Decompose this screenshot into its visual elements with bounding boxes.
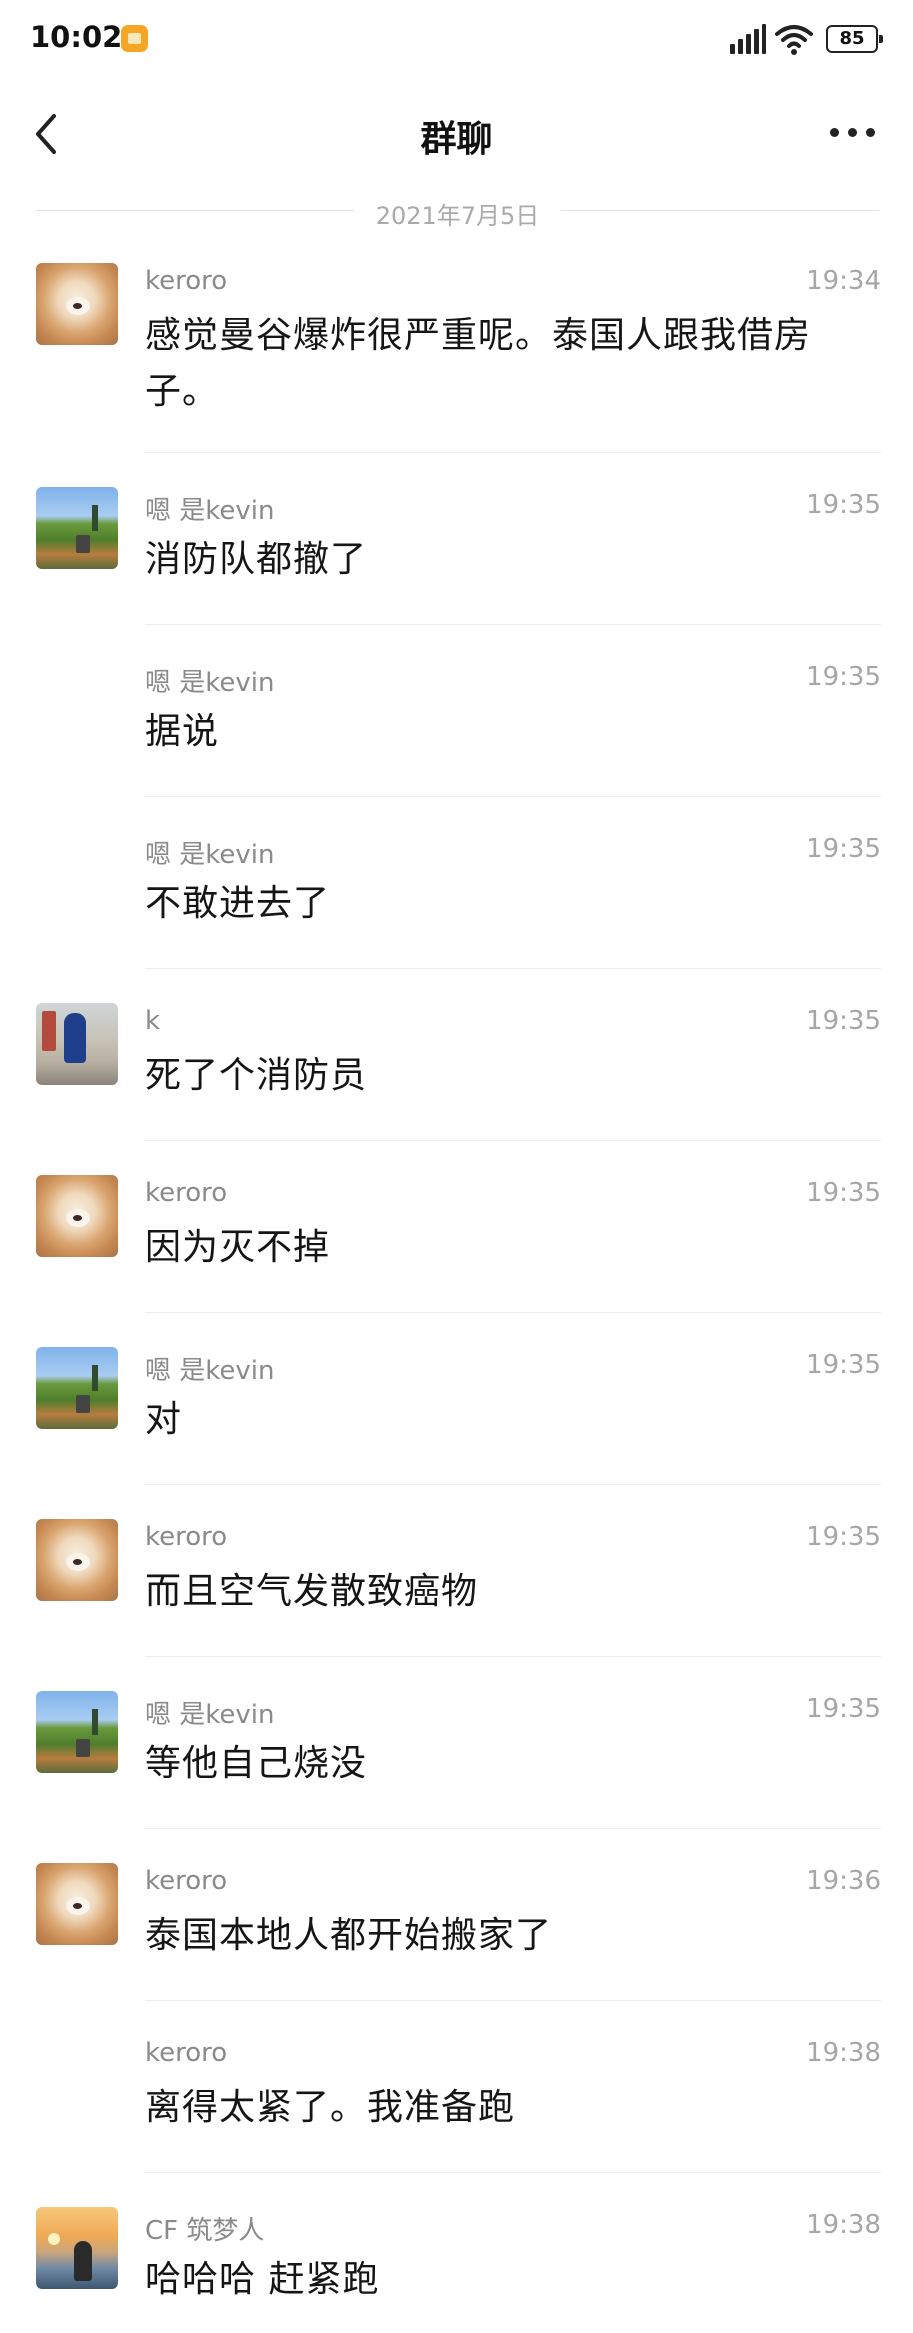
battery-icon: 85 <box>826 25 883 53</box>
divider <box>145 452 881 453</box>
message-time: 19:35 <box>806 1694 881 1724</box>
divider <box>145 1312 881 1313</box>
message-text: 不敢进去了 <box>145 883 331 924</box>
divider <box>145 1484 881 1485</box>
avatar[interactable] <box>36 1175 118 1257</box>
avatar[interactable] <box>36 1003 118 1085</box>
message-time: 19:35 <box>806 1178 881 1208</box>
sender-name: keroro <box>145 1866 228 1896</box>
sender-name: keroro <box>145 2038 228 2068</box>
avatar[interactable] <box>36 1863 118 1945</box>
message-time: 19:35 <box>806 1522 881 1552</box>
divider <box>145 796 881 797</box>
date-divider: 2021年7月5日 <box>36 190 879 230</box>
message-time: 19:35 <box>806 662 881 692</box>
signal-icon <box>730 24 766 54</box>
message-text: 对 <box>145 1399 183 1440</box>
message-text: 据说 <box>145 711 220 752</box>
message-time: 19:35 <box>806 490 881 520</box>
avatar[interactable] <box>36 487 118 569</box>
sender-name: keroro <box>145 1522 228 1552</box>
avatar[interactable] <box>36 2207 118 2289</box>
divider <box>145 1656 881 1657</box>
sender-name: 嗯 是kevin <box>145 668 275 698</box>
message-text: 消防队都撤了 <box>145 539 368 580</box>
date-label: 2021年7月5日 <box>375 202 540 230</box>
divider <box>145 1828 881 1829</box>
message-time: 19:36 <box>806 1866 881 1896</box>
message-text: 而且空气发散致癌物 <box>145 1571 479 1612</box>
message-text: 等他自己烧没 <box>145 1743 368 1784</box>
divider <box>145 624 881 625</box>
divider <box>145 968 881 969</box>
message-time: 19:38 <box>806 2038 881 2068</box>
chat-header: 群聊 <box>0 80 913 190</box>
sender-name: keroro <box>145 1178 228 1208</box>
message-text: 死了个消防员 <box>145 1055 368 1096</box>
message-time: 19:34 <box>806 266 881 296</box>
status-time: 10:02 <box>30 20 123 54</box>
divider <box>145 2172 881 2173</box>
divider <box>145 2000 881 2001</box>
avatar[interactable] <box>36 1519 118 1601</box>
sender-name: 嗯 是kevin <box>145 496 275 526</box>
divider <box>145 1140 881 1141</box>
message-time: 19:35 <box>806 1006 881 1036</box>
page-title: 群聊 <box>420 119 493 160</box>
sender-name: keroro <box>145 266 228 296</box>
avatar[interactable] <box>36 263 118 345</box>
message-time: 19:38 <box>806 2210 881 2240</box>
wifi-icon <box>775 25 813 55</box>
message-time: 19:35 <box>806 1350 881 1380</box>
more-options-icon[interactable] <box>830 120 876 144</box>
sender-name: CF 筑梦人 <box>145 2216 265 2246</box>
message-text: 因为灭不掉 <box>145 1227 331 1268</box>
sender-name: 嗯 是kevin <box>145 1700 275 1730</box>
sender-name: k <box>145 1006 161 1036</box>
notification-icon <box>121 25 148 52</box>
message-text: 泰国本地人都开始搬家了 <box>145 1915 553 1956</box>
sender-name: 嗯 是kevin <box>145 840 275 870</box>
message-text: 离得太紧了。我准备跑 <box>145 2087 516 2128</box>
avatar[interactable] <box>36 1347 118 1429</box>
message-time: 19:35 <box>806 834 881 864</box>
status-bar: 10:02 85 <box>0 0 913 80</box>
sender-name: 嗯 是kevin <box>145 1356 275 1386</box>
avatar[interactable] <box>36 1691 118 1773</box>
message-text: 哈哈哈 赶紧跑 <box>145 2259 380 2300</box>
message-text: 感觉曼谷爆炸很严重呢。泰国人跟我借房子。 <box>145 315 812 412</box>
